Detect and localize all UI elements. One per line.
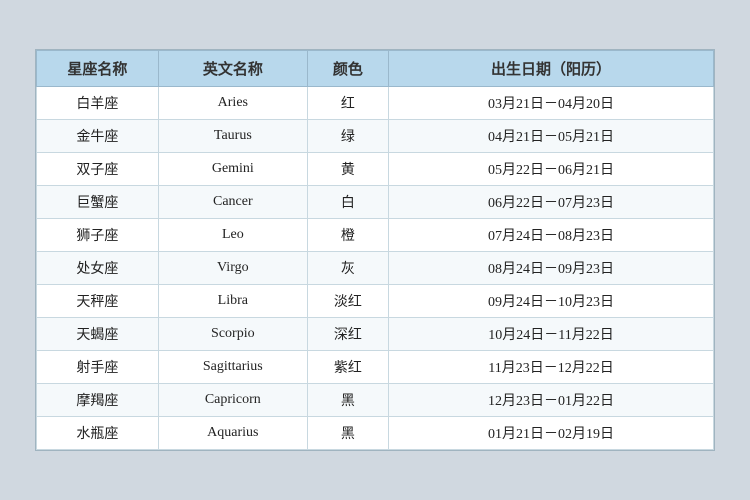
cell-color: 灰 — [307, 252, 388, 285]
cell-color: 白 — [307, 186, 388, 219]
cell-chinese: 天秤座 — [37, 285, 159, 318]
table-row: 天秤座Libra淡红09月24日－10月23日 — [37, 285, 714, 318]
cell-date: 12月23日－01月22日 — [389, 384, 714, 417]
header-color: 颜色 — [307, 51, 388, 87]
cell-english: Taurus — [158, 120, 307, 153]
cell-color: 黑 — [307, 384, 388, 417]
cell-english: Gemini — [158, 153, 307, 186]
zodiac-table: 星座名称 英文名称 颜色 出生日期（阳历） 白羊座Aries红03月21日－04… — [36, 50, 714, 450]
cell-english: Leo — [158, 219, 307, 252]
cell-color: 紫红 — [307, 351, 388, 384]
cell-chinese: 双子座 — [37, 153, 159, 186]
cell-color: 黄 — [307, 153, 388, 186]
table-row: 白羊座Aries红03月21日－04月20日 — [37, 87, 714, 120]
cell-color: 黑 — [307, 417, 388, 450]
cell-chinese: 射手座 — [37, 351, 159, 384]
cell-chinese: 天蝎座 — [37, 318, 159, 351]
cell-chinese: 水瓶座 — [37, 417, 159, 450]
table-row: 金牛座Taurus绿04月21日－05月21日 — [37, 120, 714, 153]
cell-english: Sagittarius — [158, 351, 307, 384]
cell-date: 04月21日－05月21日 — [389, 120, 714, 153]
table-row: 摩羯座Capricorn黑12月23日－01月22日 — [37, 384, 714, 417]
cell-english: Cancer — [158, 186, 307, 219]
cell-chinese: 摩羯座 — [37, 384, 159, 417]
cell-chinese: 白羊座 — [37, 87, 159, 120]
cell-english: Virgo — [158, 252, 307, 285]
table-row: 双子座Gemini黄05月22日－06月21日 — [37, 153, 714, 186]
cell-date: 08月24日－09月23日 — [389, 252, 714, 285]
cell-color: 红 — [307, 87, 388, 120]
cell-date: 05月22日－06月21日 — [389, 153, 714, 186]
cell-color: 绿 — [307, 120, 388, 153]
header-english: 英文名称 — [158, 51, 307, 87]
header-date: 出生日期（阳历） — [389, 51, 714, 87]
table-row: 巨蟹座Cancer白06月22日－07月23日 — [37, 186, 714, 219]
cell-date: 09月24日－10月23日 — [389, 285, 714, 318]
table-row: 处女座Virgo灰08月24日－09月23日 — [37, 252, 714, 285]
table-row: 水瓶座Aquarius黑01月21日－02月19日 — [37, 417, 714, 450]
cell-date: 03月21日－04月20日 — [389, 87, 714, 120]
header-chinese: 星座名称 — [37, 51, 159, 87]
cell-color: 淡红 — [307, 285, 388, 318]
cell-date: 01月21日－02月19日 — [389, 417, 714, 450]
cell-english: Capricorn — [158, 384, 307, 417]
cell-english: Aries — [158, 87, 307, 120]
cell-chinese: 处女座 — [37, 252, 159, 285]
cell-date: 11月23日－12月22日 — [389, 351, 714, 384]
table-row: 射手座Sagittarius紫红11月23日－12月22日 — [37, 351, 714, 384]
cell-date: 06月22日－07月23日 — [389, 186, 714, 219]
cell-color: 深红 — [307, 318, 388, 351]
table-row: 狮子座Leo橙07月24日－08月23日 — [37, 219, 714, 252]
table-header-row: 星座名称 英文名称 颜色 出生日期（阳历） — [37, 51, 714, 87]
cell-english: Libra — [158, 285, 307, 318]
cell-chinese: 狮子座 — [37, 219, 159, 252]
zodiac-table-wrapper: 星座名称 英文名称 颜色 出生日期（阳历） 白羊座Aries红03月21日－04… — [35, 49, 715, 451]
cell-english: Aquarius — [158, 417, 307, 450]
cell-color: 橙 — [307, 219, 388, 252]
cell-chinese: 金牛座 — [37, 120, 159, 153]
cell-date: 10月24日－11月22日 — [389, 318, 714, 351]
table-row: 天蝎座Scorpio深红10月24日－11月22日 — [37, 318, 714, 351]
cell-chinese: 巨蟹座 — [37, 186, 159, 219]
cell-english: Scorpio — [158, 318, 307, 351]
cell-date: 07月24日－08月23日 — [389, 219, 714, 252]
